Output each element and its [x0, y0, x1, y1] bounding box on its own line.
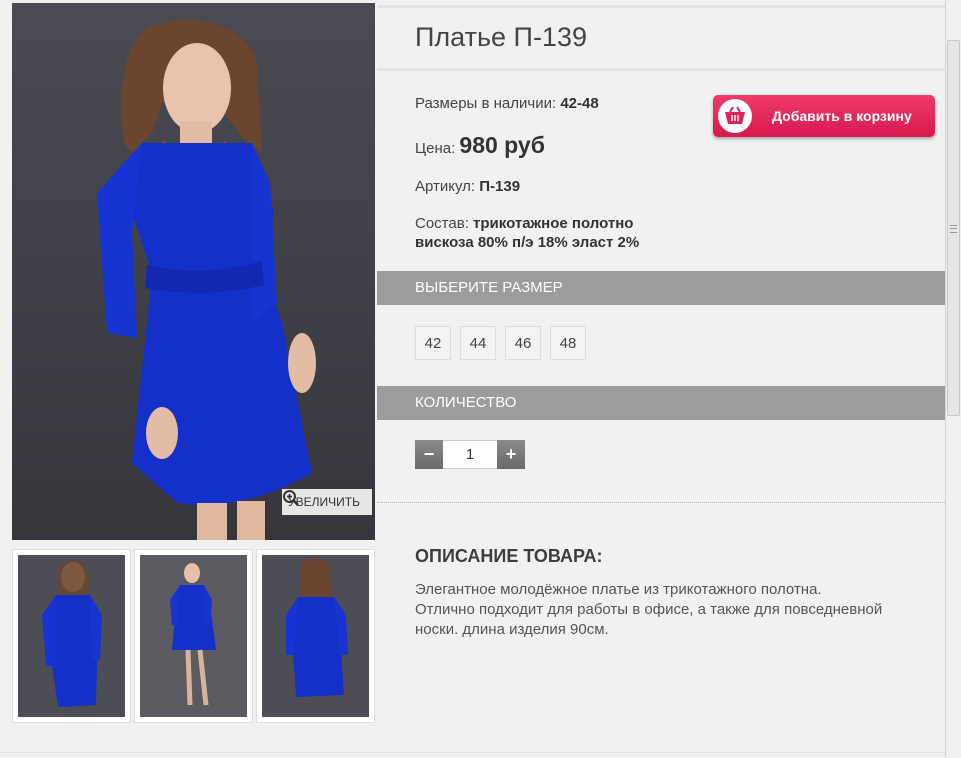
thumbnail-full-length [170, 563, 216, 706]
sizes-label: Размеры в наличии: [415, 95, 557, 112]
size-section-header: ВЫБЕРИТЕ РАЗМЕР [377, 271, 945, 305]
add-to-cart-label: Добавить в корзину [772, 108, 912, 124]
quantity-section-header: КОЛИЧЕСТВО [377, 386, 945, 420]
thumbnail-2[interactable] [134, 549, 253, 723]
composition-line2: вискоза 80% п/э 18% эласт 2% [415, 234, 640, 251]
size-option-44[interactable]: 44 [460, 326, 496, 360]
composition-line1: трикотажное полотно [473, 215, 634, 232]
basket-icon-circle [718, 99, 752, 133]
description-heading: ОПИСАНИЕ ТОВАРА: [415, 546, 603, 566]
thumbnail-3[interactable] [256, 549, 375, 723]
quantity-input[interactable] [443, 440, 497, 469]
price-value: 980 руб [459, 132, 545, 158]
thumbnail-front-closeup [42, 560, 102, 707]
article: Артикул: П-139 [415, 178, 520, 195]
thumbnail-back-view [286, 558, 348, 697]
size-option-46[interactable]: 46 [505, 326, 541, 360]
article-value: П-139 [479, 178, 521, 195]
quantity-decrease-button[interactable]: − [415, 440, 443, 469]
magnifier-plus-icon [283, 490, 299, 506]
composition: Состав: трикотажное полотно вискоза 80% … [415, 214, 639, 252]
top-divider [377, 5, 945, 8]
thumbnail-1[interactable] [12, 549, 131, 723]
bottom-divider [0, 752, 945, 758]
price-label: Цена: [415, 140, 456, 157]
title-divider [377, 68, 945, 71]
quantity-stepper: − + [415, 440, 525, 469]
sizes-value: 42-48 [560, 95, 599, 112]
zoom-button[interactable]: УВЕЛИЧИТЬ [282, 489, 372, 515]
page-scrollbar[interactable] [945, 0, 961, 757]
basket-icon [725, 106, 745, 124]
article-label: Артикул: [415, 178, 476, 195]
quantity-increase-button[interactable]: + [497, 440, 525, 469]
composition-label: Состав: [415, 215, 469, 232]
description-text: Элегантное молодёжное платье из трикотаж… [415, 581, 883, 638]
product-title: Платье П-139 [415, 22, 587, 52]
price: Цена: 980 руб [415, 132, 545, 159]
grip-icon [950, 225, 957, 233]
size-option-42[interactable]: 42 [415, 326, 451, 360]
dotted-divider [377, 502, 945, 503]
sizes-available: Размеры в наличии: 42-48 [415, 95, 599, 112]
product-info-panel: Платье П-139 Размеры в наличии: 42-48 Це… [377, 0, 945, 757]
scrollbar-thumb[interactable] [947, 40, 960, 416]
thumbnail-strip [12, 549, 375, 723]
size-option-48[interactable]: 48 [550, 326, 586, 360]
main-product-image[interactable]: УВЕЛИЧИТЬ [12, 3, 375, 540]
add-to-cart-button[interactable]: Добавить в корзину [713, 95, 935, 137]
dress-photo [97, 19, 316, 540]
